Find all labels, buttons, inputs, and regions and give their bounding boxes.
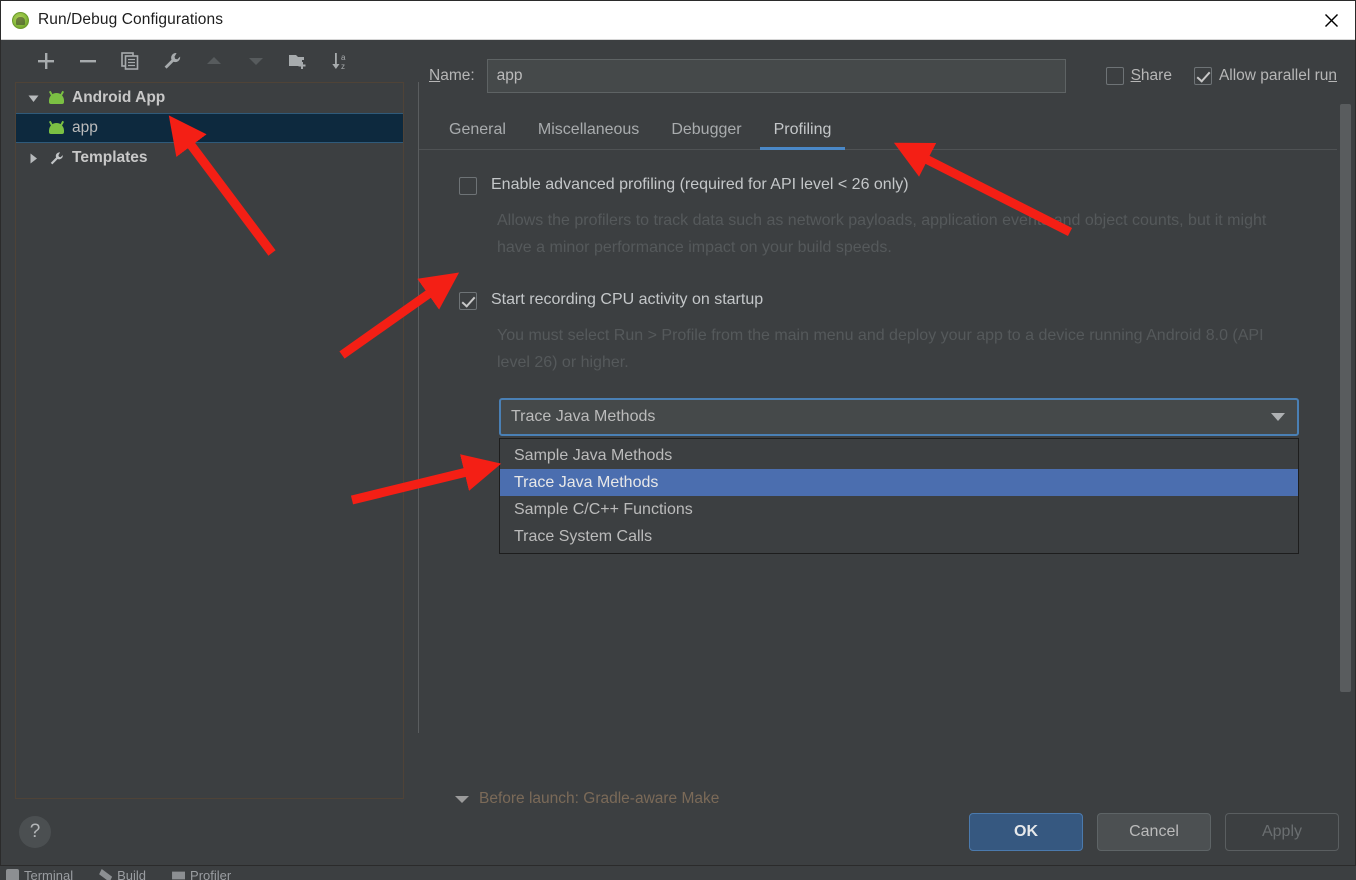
tab-debugger[interactable]: Debugger	[655, 121, 757, 149]
folder-add-icon	[289, 55, 306, 69]
enable-advanced-profiling-label: Enable advanced profiling (required for …	[491, 176, 909, 193]
tree-node-app[interactable]: app	[16, 113, 403, 143]
dropdown-option-sample-java-methods[interactable]: Sample Java Methods	[500, 442, 1298, 469]
triangle-up-icon	[207, 57, 221, 64]
share-label: Share	[1130, 67, 1172, 84]
ide-bottom-item-build[interactable]: Build	[99, 868, 146, 880]
name-label: Name:	[429, 67, 475, 84]
run-debug-configurations-dialog: Run/Debug Configurations a z Android App…	[0, 0, 1356, 866]
triangle-down-icon	[249, 58, 263, 65]
wrench-icon	[164, 53, 181, 69]
tab-general[interactable]: General	[433, 121, 522, 149]
cpu-recording-configuration-dropdown[interactable]: Sample Java Methods Trace Java Methods S…	[499, 438, 1299, 554]
plus-icon	[38, 53, 54, 69]
start-recording-cpu-checkbox[interactable]	[459, 292, 477, 310]
start-recording-cpu-label: Start recording CPU activity on startup	[491, 291, 764, 308]
configurations-toolbar: a z	[1, 40, 418, 82]
create-folder-button[interactable]	[277, 43, 319, 79]
cpu-recording-configuration-combo[interactable]: Trace Java Methods	[499, 398, 1299, 436]
ide-bottom-item-profiler[interactable]: Profiler	[172, 868, 231, 880]
minus-icon	[80, 60, 96, 63]
share-option[interactable]: Share	[1105, 67, 1172, 85]
ide-bottom-item-label: Profiler	[190, 868, 232, 880]
cpu-recording-configuration-combo-wrap: Trace Java Methods Sample Java Methods T…	[499, 398, 1299, 554]
configuration-tabs: General Miscellaneous Debugger Profiling	[419, 104, 1337, 150]
cancel-button[interactable]: Cancel	[1097, 813, 1211, 851]
chevron-right-icon[interactable]	[22, 152, 44, 165]
name-row: Name: Share Allow parallel run	[419, 54, 1355, 98]
edit-templates-button[interactable]	[151, 43, 193, 79]
tree-node-label: app	[72, 119, 98, 136]
enable-advanced-profiling-description: Allows the profilers to track data such …	[497, 212, 1267, 256]
start-recording-cpu-description: You must select Run > Profile from the m…	[497, 327, 1264, 371]
ide-bottom-item-label: Terminal	[24, 868, 74, 880]
apply-button[interactable]: Apply	[1225, 813, 1339, 851]
share-checkbox[interactable]	[1105, 67, 1124, 85]
sort-az-icon: a z	[332, 53, 346, 71]
enable-advanced-profiling-checkbox[interactable]	[459, 177, 477, 195]
close-button[interactable]	[1307, 1, 1355, 39]
enable-advanced-profiling-option[interactable]: Enable advanced profiling (required for …	[459, 176, 1337, 195]
svg-text:z: z	[341, 62, 345, 71]
tree-node-android-app[interactable]: Android App	[16, 83, 403, 113]
android-icon	[44, 90, 68, 104]
android-studio-icon	[12, 11, 29, 29]
tree-node-label: Templates	[72, 149, 148, 166]
allow-parallel-run-option[interactable]: Allow parallel run	[1193, 67, 1337, 85]
ide-bottom-item-label: Build	[117, 868, 147, 880]
name-input[interactable]	[486, 59, 1066, 93]
screen: Terminal Build Profiler Run/Debug Config…	[0, 0, 1356, 880]
combo-selected-value: Trace Java Methods	[511, 408, 656, 425]
chevron-down-icon[interactable]	[22, 92, 44, 105]
configuration-editor-panel: Name: Share Allow parallel run General M…	[419, 40, 1355, 807]
dialog-body: a z Android App app Templates Name: app …	[1, 40, 1355, 807]
dropdown-option-sample-cpp-functions[interactable]: Sample C/C++ Functions	[500, 496, 1298, 523]
dialog-titlebar: Run/Debug Configurations	[1, 1, 1355, 40]
profiler-icon	[172, 871, 186, 880]
terminal-icon	[6, 869, 19, 880]
tab-profiling[interactable]: Profiling	[758, 121, 848, 150]
android-icon	[44, 120, 68, 134]
tree-node-templates[interactable]: Templates	[16, 143, 403, 173]
copy-configuration-button[interactable]	[109, 43, 151, 79]
add-configuration-button[interactable]	[25, 43, 67, 79]
dialog-footer: ? OK Cancel Apply	[1, 799, 1355, 865]
dropdown-option-trace-java-methods[interactable]: Trace Java Methods	[500, 469, 1298, 496]
ide-bottom-item-terminal[interactable]: Terminal	[6, 868, 73, 880]
scrollbar-thumb[interactable]	[1340, 104, 1351, 692]
help-button[interactable]: ?	[19, 816, 51, 848]
allow-parallel-run-checkbox[interactable]	[1193, 67, 1212, 85]
build-icon	[99, 869, 113, 880]
svg-text:a: a	[341, 53, 346, 62]
configurations-panel: a z Android App app Templates	[1, 40, 418, 799]
start-recording-cpu-option[interactable]: Start recording CPU activity on startup	[459, 291, 1337, 310]
copy-icon	[121, 52, 139, 70]
move-up-button[interactable]	[193, 43, 235, 79]
remove-configuration-button[interactable]	[67, 43, 109, 79]
move-down-button[interactable]	[235, 43, 277, 79]
sort-configurations-button[interactable]: a z	[319, 43, 361, 79]
tree-node-label: Android App	[72, 89, 166, 106]
close-icon	[1324, 13, 1338, 27]
ok-button[interactable]: OK	[969, 813, 1083, 851]
chevron-down-icon[interactable]	[1271, 413, 1285, 421]
profiling-tab-content: Enable advanced profiling (required for …	[419, 150, 1355, 807]
allow-parallel-run-label: Allow parallel run	[1218, 67, 1337, 84]
content-scrollbar[interactable]	[1340, 94, 1351, 713]
dialog-title: Run/Debug Configurations	[38, 11, 224, 28]
dropdown-option-trace-system-calls[interactable]: Trace System Calls	[500, 523, 1298, 550]
configurations-tree[interactable]: Android App app Templates	[15, 82, 404, 799]
wrench-icon	[44, 150, 68, 167]
tab-miscellaneous[interactable]: Miscellaneous	[522, 121, 655, 149]
